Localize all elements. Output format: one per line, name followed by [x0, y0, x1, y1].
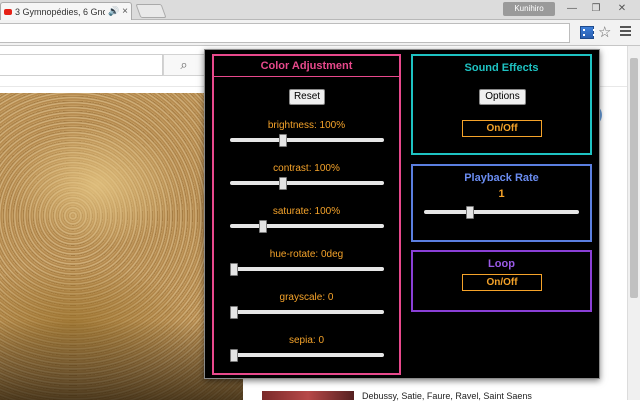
close-window-button[interactable]: ✕ [610, 1, 634, 17]
slider-track [424, 210, 579, 214]
brightness-slider[interactable] [230, 134, 384, 147]
tab-title: 3 Gymnopédies, 6 Gnossiennes [15, 6, 105, 17]
contrast-label: contrast: 100% [273, 163, 340, 174]
slider-track [230, 310, 384, 314]
page-scrollbar[interactable] [627, 46, 640, 400]
sound-effects-title: Sound Effects [464, 62, 539, 74]
browser-toolbar: ☆ [0, 20, 640, 46]
playback-rate-title: Playback Rate [464, 172, 539, 184]
new-tab-button[interactable] [135, 4, 167, 18]
profile-button[interactable]: Kunihiro [503, 2, 555, 16]
scrollbar-thumb[interactable] [630, 58, 638, 298]
hamburger-menu-icon[interactable] [620, 26, 631, 36]
youtube-favicon-icon [4, 8, 12, 15]
extension-popup: Color Adjustment Reset brightness: 100% … [204, 49, 600, 379]
restore-button[interactable]: ❐ [584, 1, 608, 17]
hue-rotate-slider[interactable] [230, 263, 384, 276]
reset-button[interactable]: Reset [289, 89, 325, 105]
window-titlebar: 3 Gymnopédies, 6 Gnossiennes 🔊 × Kunihir… [0, 0, 640, 20]
slider-thumb[interactable] [259, 220, 268, 233]
address-bar[interactable] [0, 23, 570, 43]
browser-tab[interactable]: 3 Gymnopédies, 6 Gnossiennes 🔊 × [0, 2, 132, 20]
slider-track [230, 353, 384, 357]
grayscale-slider[interactable] [230, 306, 384, 319]
options-button[interactable]: Options [479, 89, 526, 105]
slider-track [230, 181, 384, 185]
color-adjustment-panel: Color Adjustment Reset brightness: 100% … [212, 54, 401, 375]
speaker-icon[interactable]: 🔊 [108, 6, 119, 17]
slider-thumb[interactable] [230, 306, 238, 319]
slider-track [230, 224, 384, 228]
saturate-slider[interactable] [230, 220, 384, 233]
sepia-slider[interactable] [230, 349, 384, 362]
playback-rate-value: 1 [498, 188, 505, 200]
sound-effects-toggle[interactable]: On/Off [462, 120, 542, 137]
minimize-button[interactable]: — [560, 1, 584, 17]
related-video-thumbnail[interactable] [262, 391, 354, 400]
playback-rate-panel: Playback Rate 1 [411, 164, 592, 242]
film-extension-icon[interactable] [580, 26, 595, 39]
saturate-label: saturate: 100% [272, 206, 341, 217]
slider-thumb[interactable] [278, 134, 287, 147]
slider-thumb[interactable] [230, 349, 238, 362]
slider-thumb[interactable] [466, 206, 474, 219]
search-icon[interactable]: ⌕ [163, 54, 205, 76]
playback-rate-slider[interactable] [424, 206, 579, 219]
hue-rotate-label: hue-rotate: 0deg [269, 249, 344, 260]
color-adjustment-title: Color Adjustment [214, 56, 399, 77]
sepia-label: sepia: 0 [288, 335, 325, 346]
loop-panel: Loop On/Off [411, 250, 592, 312]
search-input[interactable] [0, 54, 163, 76]
close-tab-icon[interactable]: × [122, 6, 128, 17]
slider-thumb[interactable] [278, 177, 287, 190]
contrast-slider[interactable] [230, 177, 384, 190]
slider-track [230, 138, 384, 142]
loop-toggle[interactable]: On/Off [462, 274, 542, 291]
brightness-label: brightness: 100% [267, 120, 346, 131]
grayscale-label: grayscale: 0 [279, 292, 334, 303]
bookmark-star-icon[interactable]: ☆ [598, 23, 611, 41]
loop-title: Loop [488, 258, 515, 270]
sound-effects-panel: Sound Effects Options On/Off [411, 54, 592, 155]
slider-track [230, 267, 384, 271]
slider-thumb[interactable] [230, 263, 238, 276]
